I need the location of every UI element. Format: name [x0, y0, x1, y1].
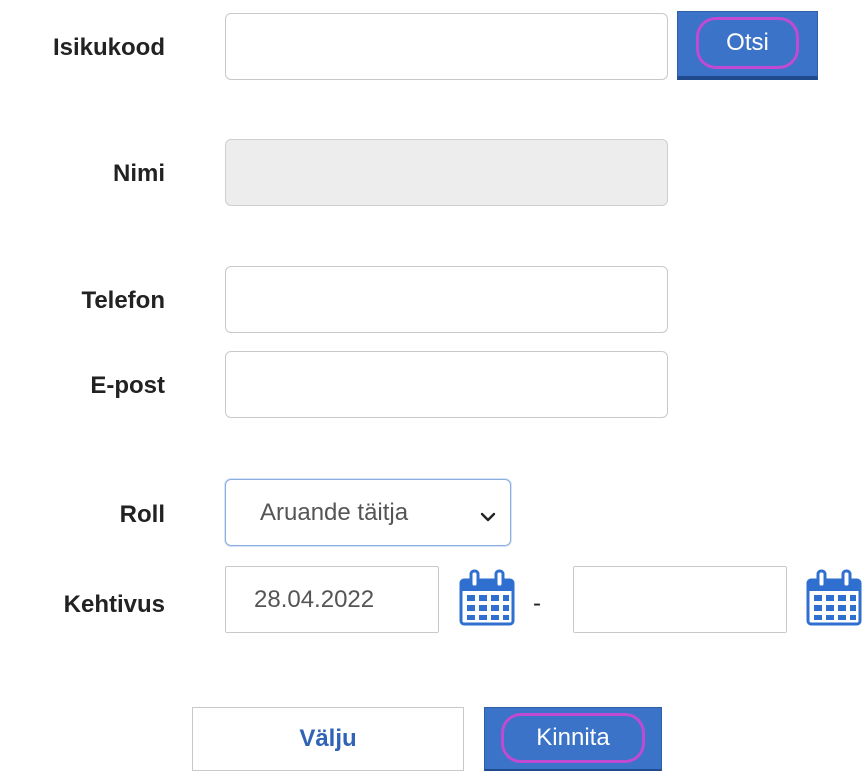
- epost-label: E-post: [90, 372, 165, 399]
- cancel-button[interactable]: Välju: [192, 707, 464, 771]
- isikukood-input[interactable]: [225, 13, 668, 80]
- end-date-input[interactable]: [573, 566, 787, 633]
- roll-label: Roll: [119, 501, 165, 528]
- telefon-label: Telefon: [81, 287, 165, 314]
- roll-selected-value: Aruande täitja: [260, 499, 409, 526]
- chevron-down-icon: [480, 504, 496, 532]
- roll-select[interactable]: Aruande täitja: [225, 479, 511, 546]
- calendar-icon[interactable]: [459, 568, 515, 631]
- nimi-label: Nimi: [112, 160, 165, 187]
- isikukood-label: Isikukood: [52, 34, 165, 61]
- date-range-separator: -: [533, 590, 541, 617]
- confirm-button[interactable]: Kinnita: [484, 707, 662, 771]
- telefon-input[interactable]: [225, 266, 668, 333]
- email-input[interactable]: [225, 351, 668, 418]
- kehtivus-label: Kehtivus: [63, 591, 165, 618]
- nimi-field: [225, 139, 668, 206]
- calendar-icon[interactable]: [806, 568, 862, 631]
- search-button-label: Otsi: [696, 17, 799, 69]
- confirm-button-label: Kinnita: [501, 713, 645, 763]
- start-date-input[interactable]: 28.04.2022: [225, 566, 439, 633]
- search-button[interactable]: Otsi: [677, 11, 818, 80]
- start-date-value: 28.04.2022: [254, 586, 375, 613]
